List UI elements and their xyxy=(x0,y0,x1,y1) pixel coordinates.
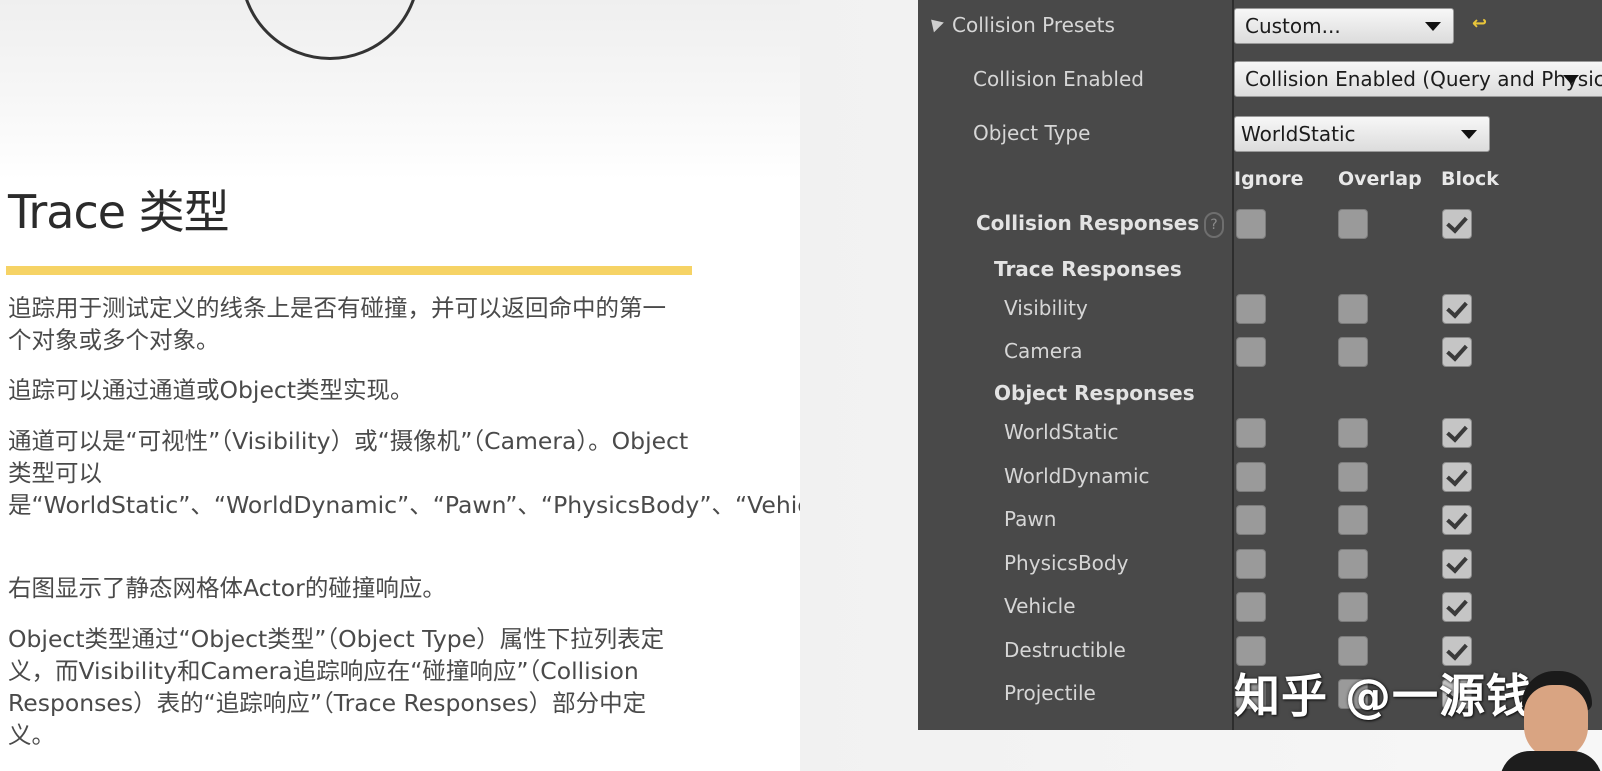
column-ignore: Ignore xyxy=(1234,168,1304,190)
object-response-block-checkbox[interactable] xyxy=(1442,461,1472,492)
watermark-text: 知乎 @一源钱 xyxy=(1234,669,1534,723)
object-type-dropdown[interactable]: WorldStatic xyxy=(1234,116,1490,152)
trace-response-row-label: Visibility xyxy=(1004,296,1088,320)
object-response-overlap-checkbox[interactable] xyxy=(1338,461,1368,492)
trace-response-row-label: Camera xyxy=(1004,339,1083,363)
collision-responses-label: Collision Responses xyxy=(976,211,1200,235)
slide-title: Trace 类型 xyxy=(8,185,230,239)
title-underline xyxy=(6,266,692,275)
object-response-overlap-checkbox[interactable] xyxy=(1338,505,1368,535)
object-response-ignore-checkbox[interactable] xyxy=(1236,418,1266,448)
trace-response-ignore-checkbox[interactable] xyxy=(1236,294,1266,324)
expand-triangle-icon[interactable] xyxy=(926,14,944,33)
slide: Trace 类型 追踪用于测试定义的线条上是否有碰撞，并可以返回命中的第一个对象… xyxy=(0,0,1214,771)
object-responses-label: Object Responses xyxy=(994,381,1195,405)
object-response-block-checkbox[interactable] xyxy=(1442,592,1472,622)
object-response-ignore-checkbox[interactable] xyxy=(1236,592,1266,622)
object-response-block-checkbox[interactable] xyxy=(1442,418,1472,448)
paragraph-3: 通道可以是“可视性”（Visibility）或“摄像机”（Camera）。Obj… xyxy=(8,427,1214,519)
object-response-row-label: Destructible xyxy=(1004,637,1126,662)
ue-logo-icon xyxy=(240,0,420,60)
object-response-row-label: Pawn xyxy=(1004,507,1057,531)
chevron-down-icon xyxy=(1425,22,1441,31)
trace-response-block-checkbox[interactable] xyxy=(1442,294,1472,324)
details-panel-area: Collision Presets Custom... ↩ Collision … xyxy=(800,0,1602,771)
object-response-row-label: Vehicle xyxy=(1004,594,1076,618)
collision-responses-overlap-checkbox[interactable] xyxy=(1338,209,1368,239)
object-response-ignore-checkbox[interactable] xyxy=(1236,548,1266,579)
object-response-row-label: PhysicsBody xyxy=(1004,550,1129,575)
trace-responses-label: Trace Responses xyxy=(994,257,1182,281)
object-type-value: WorldStatic xyxy=(1241,122,1356,146)
paragraph-4: 右图显示了静态网格体Actor的碰撞响应。 xyxy=(8,574,446,602)
collision-presets-value: Custom... xyxy=(1245,14,1341,38)
paragraph-5: Object类型通过“Object类型”（Object Type）属性下拉列表定… xyxy=(8,625,665,749)
collision-enabled-value: Collision Enabled (Query and Physics) xyxy=(1245,67,1602,91)
object-response-row-label: WorldDynamic xyxy=(1004,463,1150,488)
trace-response-overlap-checkbox[interactable] xyxy=(1338,337,1368,367)
column-block: Block xyxy=(1441,168,1499,190)
presenter-avatar xyxy=(1500,665,1602,771)
object-response-row-label: WorldStatic xyxy=(1004,420,1119,444)
trace-response-block-checkbox[interactable] xyxy=(1442,337,1472,367)
collision-presets-dropdown[interactable]: Custom... xyxy=(1234,8,1454,44)
paragraph-1: 追踪用于测试定义的线条上是否有碰撞，并可以返回命中的第一个对象或多个对象。 xyxy=(8,294,666,354)
collision-enabled-label: Collision Enabled xyxy=(973,67,1144,91)
collision-responses-ignore-checkbox[interactable] xyxy=(1236,209,1266,239)
help-icon[interactable]: ? xyxy=(1204,212,1224,238)
reset-arrow-icon[interactable]: ↩ xyxy=(1472,15,1490,33)
object-response-ignore-checkbox[interactable] xyxy=(1236,461,1266,492)
paragraph-2: 追踪可以通过通道或Object类型实现。 xyxy=(8,376,414,404)
collision-responses-block-checkbox[interactable] xyxy=(1442,209,1472,239)
object-response-overlap-checkbox[interactable] xyxy=(1338,418,1368,448)
column-overlap: Overlap xyxy=(1338,168,1422,190)
object-response-row-label: Projectile xyxy=(1004,681,1096,705)
trace-response-ignore-checkbox[interactable] xyxy=(1236,337,1266,367)
collision-enabled-dropdown[interactable]: Collision Enabled (Query and Physics) xyxy=(1234,61,1602,97)
column-divider[interactable] xyxy=(1232,0,1234,730)
chevron-down-icon xyxy=(1461,130,1477,139)
object-response-overlap-checkbox[interactable] xyxy=(1338,548,1368,579)
object-response-block-checkbox[interactable] xyxy=(1442,548,1472,579)
object-response-ignore-checkbox[interactable] xyxy=(1236,505,1266,535)
collision-details-panel: Collision Presets Custom... ↩ Collision … xyxy=(918,0,1602,730)
chevron-down-icon xyxy=(1563,75,1579,84)
object-type-label: Object Type xyxy=(973,121,1091,145)
trace-response-overlap-checkbox[interactable] xyxy=(1338,294,1368,324)
collision-presets-label: Collision Presets xyxy=(952,13,1115,37)
object-response-overlap-checkbox[interactable] xyxy=(1338,592,1368,622)
object-response-block-checkbox[interactable] xyxy=(1442,505,1472,535)
